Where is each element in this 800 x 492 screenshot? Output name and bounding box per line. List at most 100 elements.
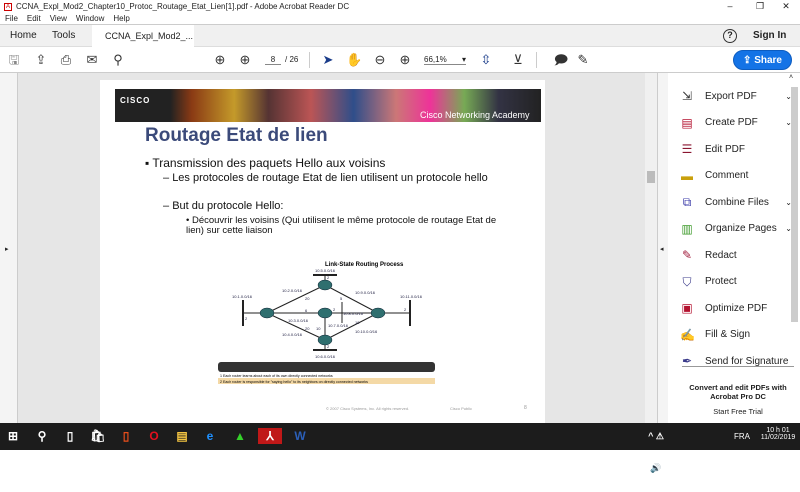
clock[interactable]: 10 h 01 11/02/2019 <box>760 427 796 441</box>
select-tool-icon[interactable]: ➤ <box>320 52 336 68</box>
tool-fill-sign[interactable]: ✍ Fill & Sign <box>680 326 792 344</box>
search-icon[interactable]: ⚲ <box>34 428 50 444</box>
taskbar: ⊞ ⚲ ▯ 🛍 ▯ O ▤ e ▲ ⅄ W ^ ⚠ ▭ 🔊 ▤ FRA 10 h… <box>0 423 800 489</box>
router-icon <box>317 307 333 319</box>
router-icon <box>317 279 333 291</box>
tray-icons[interactable]: ^ ⚠ ▭ 🔊 ▤ <box>648 428 664 489</box>
tool-label: Combine Files <box>705 196 769 208</box>
tool-combine-files[interactable]: ⧉ Combine Files ⌄ <box>680 193 792 211</box>
time: 10 h 01 <box>766 427 790 434</box>
slide-title: Routage Etat de lien <box>145 125 328 146</box>
collapse-right-icon: ◂ <box>660 246 664 253</box>
edge-icon[interactable]: e <box>202 428 218 444</box>
upload-icon[interactable]: ⇪ <box>33 52 49 68</box>
tools-pane: ˄ ⇲ Export PDF ⌄ ▤ Create PDF ⌄ ☰ Edit PDF ▬ Comm… <box>668 73 800 423</box>
minimize-button[interactable]: – <box>715 0 745 13</box>
sub-bullet-2-text: But du protocole Hello: <box>172 200 284 212</box>
acrobat-taskbar-icon[interactable]: ⅄ <box>258 428 282 444</box>
cisco-logo: CISCO <box>120 96 151 105</box>
start-trial-link[interactable]: Start Free Trial <box>682 407 794 416</box>
scroll-up-icon[interactable]: ˄ <box>789 74 793 81</box>
tool-label: Protect <box>705 276 737 287</box>
tool-label: Create PDF <box>705 117 758 128</box>
tab-document[interactable]: CCNA_Expl_Mod2_... × <box>92 25 194 63</box>
tool-redact[interactable]: ✎ Redact <box>680 246 792 264</box>
tool-export-pdf[interactable]: ⇲ Export PDF ⌄ <box>680 87 792 105</box>
save-icon[interactable]: 🖫 <box>6 52 22 68</box>
network-label: 10.2.0.0/16 <box>282 288 303 293</box>
network-label: 10.4.0.0/16 <box>282 332 303 337</box>
tab-tools[interactable]: Tools <box>52 25 75 47</box>
language-indicator[interactable]: FRA <box>734 432 750 441</box>
help-icon[interactable]: ? <box>723 29 737 43</box>
chevron-down-icon[interactable]: ⌄ <box>785 198 792 207</box>
file-explorer-icon[interactable]: ▤ <box>174 428 190 444</box>
hand-tool-icon[interactable]: ✋ <box>346 52 362 68</box>
prev-page-icon[interactable]: ⊕ <box>212 52 228 68</box>
create-pdf-icon: ▤ <box>681 115 693 130</box>
tool-label: Comment <box>705 170 749 181</box>
task-view-icon[interactable]: ▯ <box>62 428 78 444</box>
academy-label: Cisco Networking Academy <box>420 110 530 120</box>
email-icon[interactable]: ✉ <box>84 52 100 68</box>
zoom-out-icon[interactable]: ⊖ <box>372 52 388 68</box>
tool-optimize-pdf[interactable]: ▣ Optimize PDF <box>680 299 792 317</box>
right-panel-toggle[interactable]: ◂ <box>657 73 668 423</box>
left-panel-toggle[interactable]: ▸ <box>0 73 18 423</box>
menu-bar: File Edit View Window Help <box>0 13 800 24</box>
search-icon[interactable]: ⚲ <box>110 52 126 68</box>
word-icon[interactable]: W <box>292 428 308 444</box>
page-total: / 26 <box>285 55 299 64</box>
zoom-in-icon[interactable]: ⊕ <box>397 52 413 68</box>
print-icon[interactable]: ⎙ <box>58 52 74 68</box>
highlight-icon[interactable]: ✎ <box>575 52 591 68</box>
sign-in-link[interactable]: Sign In <box>753 25 786 47</box>
tool-comment[interactable]: ▬ Comment <box>680 167 792 185</box>
opera-icon[interactable]: O <box>146 428 162 444</box>
tool-edit-pdf[interactable]: ☰ Edit PDF <box>680 140 792 158</box>
cost-label: 2 <box>404 307 407 312</box>
menu-edit[interactable]: Edit <box>27 14 41 23</box>
chevron-down-icon[interactable]: ⌄ <box>785 92 792 101</box>
chevron-down-icon[interactable]: ⌄ <box>785 118 792 127</box>
network-label: 10.5.0.0/16 <box>315 268 336 273</box>
tools-scrollbar[interactable] <box>791 87 798 322</box>
organize-pages-icon: ▥ <box>681 221 693 236</box>
cost-label: 20 <box>305 296 310 301</box>
scroll-mode-icon[interactable]: ⊻ <box>510 52 526 68</box>
tool-send-for-signature[interactable]: ✒ Send for Signature <box>680 352 792 370</box>
share-button[interactable]: ⇪ Share <box>733 50 792 70</box>
app-icon[interactable]: ▲ <box>232 428 248 444</box>
menu-window[interactable]: Window <box>76 14 104 23</box>
store-icon[interactable]: 🛍 <box>90 428 106 444</box>
chevron-down-icon[interactable]: ⌄ <box>785 224 792 233</box>
tab-home[interactable]: Home <box>10 25 37 47</box>
menu-file[interactable]: File <box>5 14 18 23</box>
network-label: 10.6.0.0/16 <box>315 354 336 359</box>
protect-icon: ⛉ <box>682 274 692 289</box>
zoom-select[interactable]: 66,1% ▾ <box>424 55 466 65</box>
next-page-icon[interactable]: ⊕ <box>237 52 253 68</box>
start-icon[interactable]: ⊞ <box>5 428 21 444</box>
tab-bar: Home Tools CCNA_Expl_Mod2_... × ? Sign I… <box>0 24 800 63</box>
menu-view[interactable]: View <box>50 14 67 23</box>
tool-label: Send for Signature <box>705 355 789 367</box>
scroll-thumb[interactable] <box>647 171 655 183</box>
divider <box>309 52 310 68</box>
tool-protect[interactable]: ⛉ Protect <box>680 273 792 291</box>
tool-label: Edit PDF <box>705 143 746 155</box>
tool-organize-pages[interactable]: ▥ Organize Pages ⌄ <box>680 220 792 238</box>
close-button[interactable]: ✕ <box>771 0 800 13</box>
router-icon <box>317 334 333 346</box>
network-label: 10.9.0.0/16 <box>355 290 376 295</box>
tool-label: Export PDF <box>705 90 757 102</box>
menu-help[interactable]: Help <box>113 14 129 23</box>
acrobat-icon: A <box>4 2 12 11</box>
page-number-input[interactable]: 8 <box>265 55 281 65</box>
tool-create-pdf[interactable]: ▤ Create PDF ⌄ <box>680 114 792 132</box>
office-icon[interactable]: ▯ <box>118 428 134 444</box>
combine-files-icon: ⧉ <box>682 195 692 209</box>
vertical-scrollbar[interactable] <box>645 73 657 423</box>
fit-page-icon[interactable]: ⇳ <box>478 52 494 68</box>
comment-tool-icon[interactable]: 🗩 <box>553 52 569 68</box>
